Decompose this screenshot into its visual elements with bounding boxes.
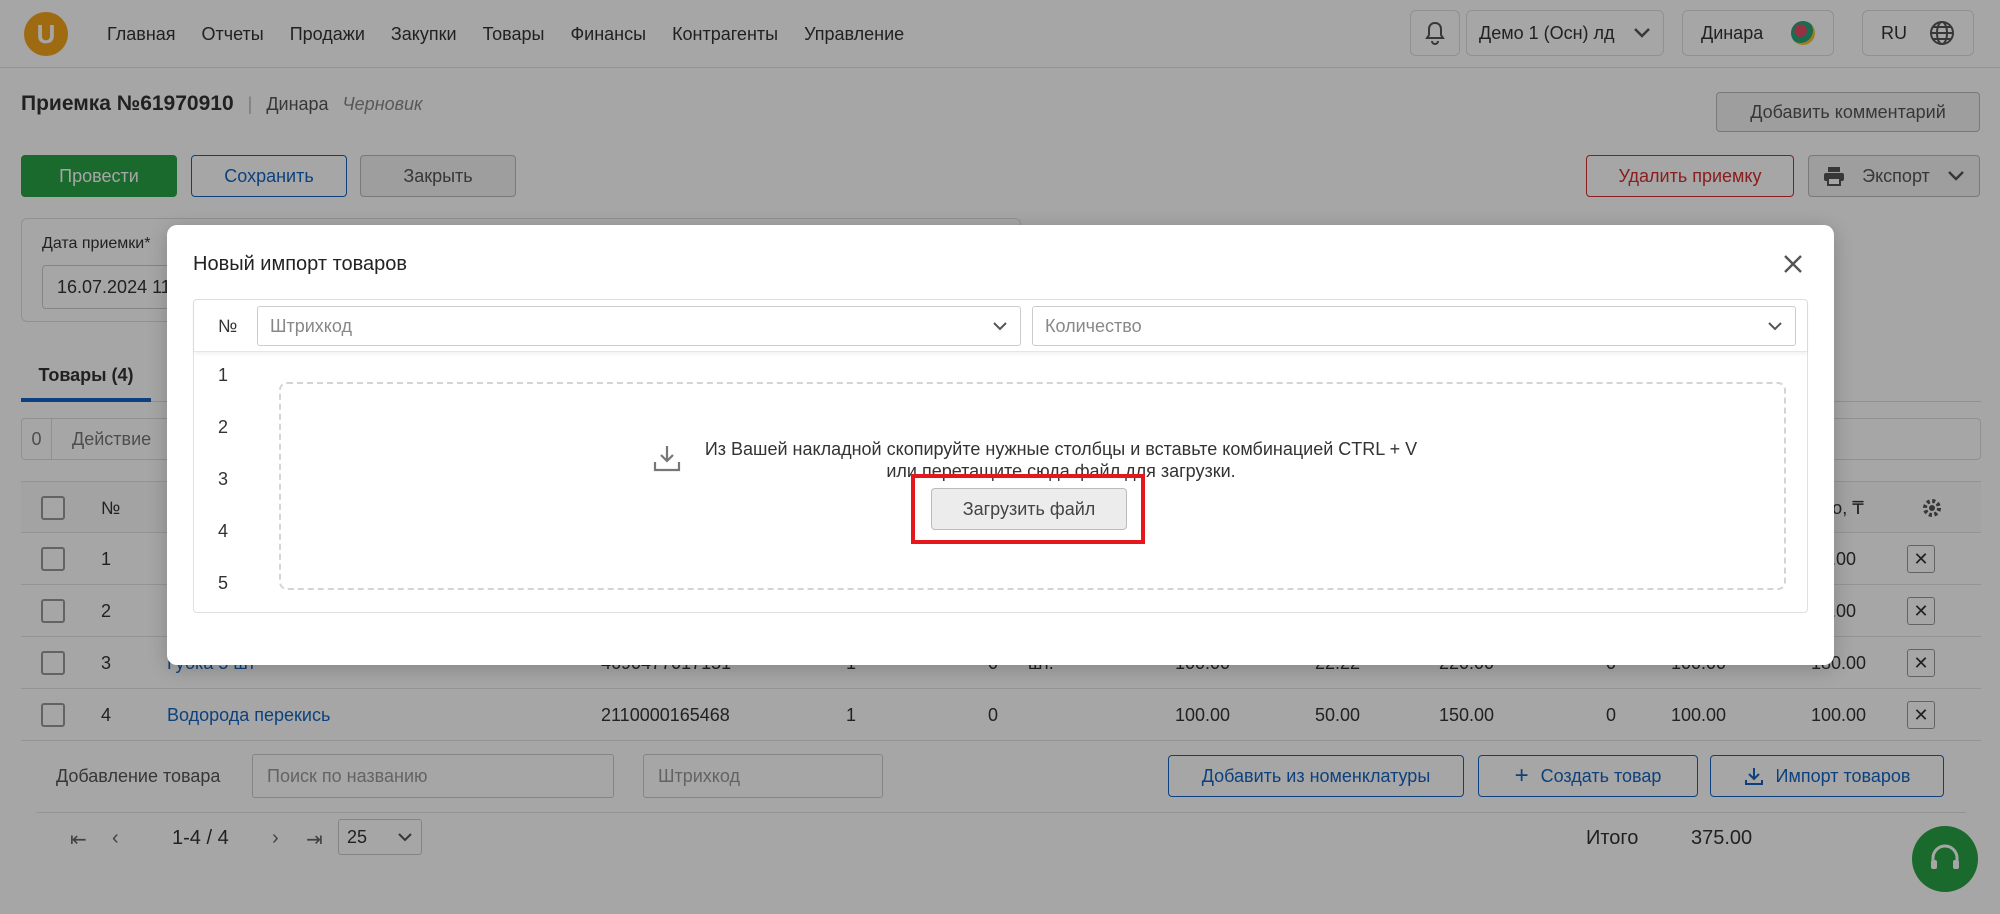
import-row-number: 4	[218, 521, 229, 541]
import-num-header: №	[218, 316, 238, 336]
modal-title: Новый импорт товаров	[193, 253, 408, 275]
chevron-down-icon	[993, 322, 1007, 331]
column-2-placeholder: Количество	[1045, 315, 1142, 336]
import-table: № Штрихкод Количество 1 2 3 4 5 Из Вашей…	[193, 299, 1808, 613]
import-row-numbers: 1 2 3 4 5	[218, 364, 228, 624]
chevron-down-icon	[1768, 322, 1782, 331]
upload-file-button[interactable]: Загрузить файл	[931, 488, 1127, 530]
import-row-number: 2	[218, 417, 229, 437]
instruction-line-1: Из Вашей накладной скопируйте нужные сто…	[704, 439, 1418, 459]
column-1-select[interactable]: Штрихкод	[257, 306, 1021, 346]
download-icon	[653, 446, 681, 472]
import-row-number: 3	[218, 469, 229, 489]
column-2-select[interactable]: Количество	[1032, 306, 1796, 346]
close-icon[interactable]	[1780, 251, 1806, 277]
import-row-number: 5	[218, 573, 229, 593]
column-1-placeholder: Штрихкод	[270, 315, 353, 336]
import-column-header: № Штрихкод Количество	[194, 300, 1807, 352]
import-row-number: 1	[218, 365, 229, 385]
import-modal: Новый импорт товаров № Штрихкод Количест…	[167, 225, 1834, 665]
